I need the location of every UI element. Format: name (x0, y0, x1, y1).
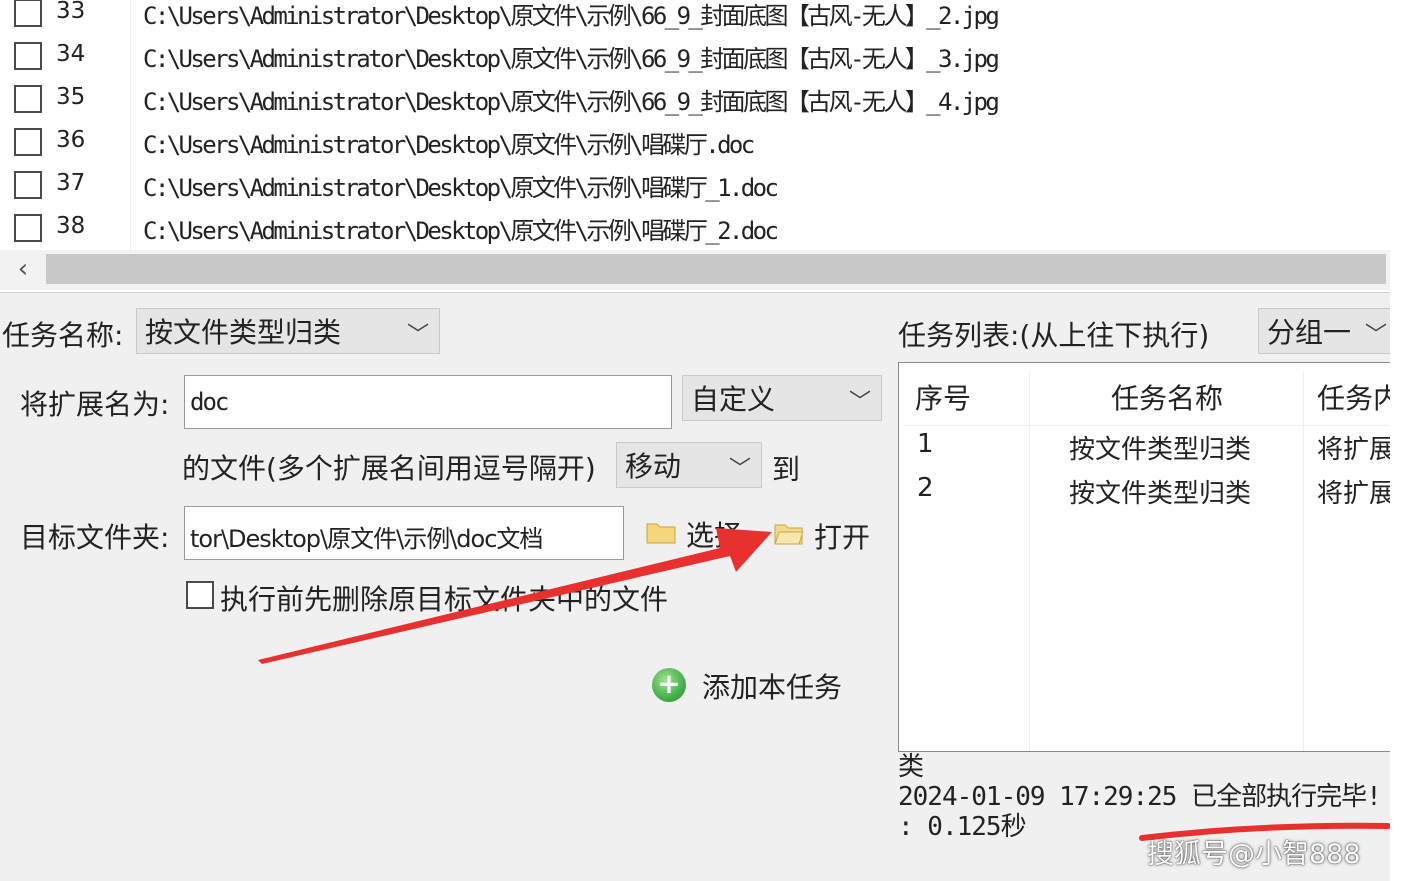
app-window: 33 C:\Users\Administrator\Desktop\原文件\示例… (0, 0, 1390, 881)
watermark: 搜狐号@小智888 (1147, 839, 1361, 870)
red-arrow-annotation (258, 528, 1390, 841)
right-margin (1390, 0, 1401, 881)
